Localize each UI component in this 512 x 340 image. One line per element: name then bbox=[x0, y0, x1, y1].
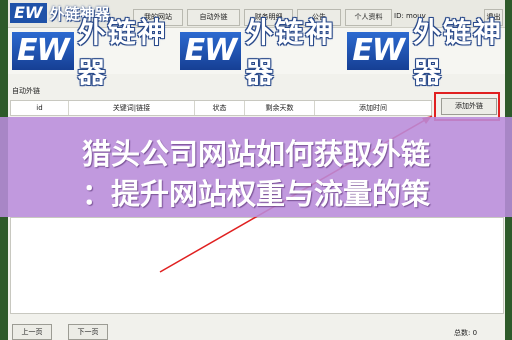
promo-overlay: 猎头公司网站如何获取外链 ：提升网站权重与流量的策 bbox=[0, 117, 512, 217]
promo-headline-line-1: 猎头公司网站如何获取外链 bbox=[81, 137, 430, 171]
promo-headline-line-2: ：提升网站权重与流量的策 bbox=[81, 177, 430, 211]
